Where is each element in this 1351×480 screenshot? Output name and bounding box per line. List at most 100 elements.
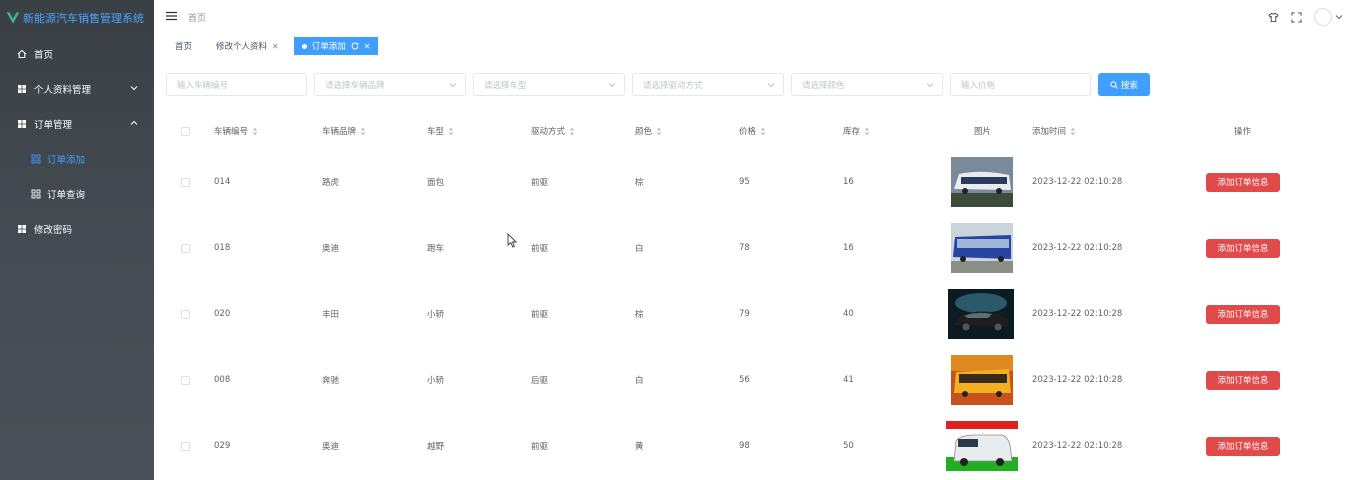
cell-price: 98 xyxy=(739,441,750,451)
sidebar-item-label: 订单管理 xyxy=(34,119,73,131)
col-type[interactable]: 车型 xyxy=(427,113,454,149)
cell-car-no: 014 xyxy=(214,177,231,187)
sidebar-item-label: 个人资料管理 xyxy=(34,84,92,96)
avatar[interactable] xyxy=(1314,8,1332,26)
row-checkbox[interactable] xyxy=(181,347,190,413)
cell-added: 2023-12-22 02:10:28 xyxy=(1032,243,1123,253)
refresh-icon[interactable] xyxy=(351,42,359,50)
placeholder: 请选择颜色 xyxy=(802,80,845,91)
sort-icon[interactable] xyxy=(760,127,766,136)
add-order-button[interactable]: 添加订单信息 xyxy=(1206,281,1280,347)
cell-color: 白 xyxy=(635,376,644,386)
close-icon[interactable]: ✕ xyxy=(364,42,371,51)
mouse-pointer-icon xyxy=(507,233,517,248)
row-checkbox[interactable] xyxy=(181,149,190,215)
fullscreen-icon[interactable] xyxy=(1291,12,1302,23)
tag-label: 首页 xyxy=(175,42,193,52)
header-label: 颜色 xyxy=(635,127,653,137)
grid-icon xyxy=(18,224,26,233)
drive-select[interactable]: 请选择驱动方式 xyxy=(632,73,784,96)
sidebar-item-profile-management[interactable]: 个人资料管理 xyxy=(0,71,154,106)
close-icon[interactable]: ✕ xyxy=(272,42,279,51)
table-header: 车辆编号 车辆品牌 车型 驱动方式 颜色 价格 库存 图片 添加时间 操作 xyxy=(166,113,1306,149)
col-added[interactable]: 添加时间 xyxy=(1032,113,1076,149)
sort-icon[interactable] xyxy=(569,127,575,136)
user-menu[interactable] xyxy=(1314,8,1343,26)
breadcrumb[interactable]: 首页 xyxy=(188,11,206,24)
sidebar: 新能源汽车销售管理系统 首页 个人资料管理 订单管理 订单添加 订单查询 修改密… xyxy=(0,0,154,480)
sort-icon[interactable] xyxy=(360,127,366,136)
tag-home[interactable]: 首页 xyxy=(166,37,202,55)
cell-drive: 前驱 xyxy=(531,442,549,452)
sidebar-item-home[interactable]: 首页 xyxy=(0,36,154,71)
apps-icon xyxy=(31,154,41,163)
cell-color: 棕 xyxy=(635,310,644,320)
color-select[interactable]: 请选择颜色 xyxy=(791,73,943,96)
col-stock[interactable]: 库存 xyxy=(843,113,870,149)
select-all-checkbox[interactable] xyxy=(181,113,190,149)
col-car-no[interactable]: 车辆编号 xyxy=(214,113,258,149)
cell-brand: 丰田 xyxy=(322,310,340,320)
add-order-button[interactable]: 添加订单信息 xyxy=(1206,347,1280,413)
cell-type: 小轿 xyxy=(427,310,445,320)
search-button[interactable]: 搜索 xyxy=(1098,73,1150,96)
bus-photo[interactable] xyxy=(951,157,1013,207)
cell-image[interactable] xyxy=(951,149,1013,215)
van-photo[interactable] xyxy=(946,421,1018,471)
add-order-button[interactable]: 添加订单信息 xyxy=(1206,413,1280,479)
col-brand[interactable]: 车辆品牌 xyxy=(322,113,366,149)
type-select[interactable]: 请选择车型 xyxy=(473,73,625,96)
sidebar-item-order-add[interactable]: 订单添加 xyxy=(0,141,154,176)
theme-shirt-icon[interactable] xyxy=(1268,12,1279,23)
sidebar-item-order-query[interactable]: 订单查询 xyxy=(0,176,154,211)
search-icon xyxy=(1110,80,1118,89)
cell-image[interactable] xyxy=(951,347,1013,413)
bus-photo[interactable] xyxy=(951,223,1013,273)
bus-photo[interactable] xyxy=(951,355,1013,405)
add-order-button[interactable]: 添加订单信息 xyxy=(1206,215,1280,281)
tags-view: 首页 修改个人资料 ✕ 订单添加 ✕ xyxy=(166,37,379,55)
cell-image[interactable] xyxy=(951,215,1013,281)
header-label: 价格 xyxy=(739,127,757,137)
col-drive[interactable]: 驱动方式 xyxy=(531,113,575,149)
sort-icon[interactable] xyxy=(252,127,258,136)
cell-stock: 41 xyxy=(843,375,854,385)
sort-icon[interactable] xyxy=(864,127,870,136)
sort-icon[interactable] xyxy=(448,127,454,136)
col-color[interactable]: 颜色 xyxy=(635,113,662,149)
cell-drive: 前驱 xyxy=(531,310,549,320)
filter-bar: 输入车辆编号 请选择车辆品牌 请选择车型 请选择驱动方式 请选择颜色 输入价格 … xyxy=(166,73,1150,96)
hamburger-menu-icon[interactable] xyxy=(166,11,177,21)
sedan-photo[interactable] xyxy=(948,289,1014,339)
col-price[interactable]: 价格 xyxy=(739,113,766,149)
add-order-label: 添加订单信息 xyxy=(1206,172,1280,192)
sort-icon[interactable] xyxy=(656,127,662,136)
sidebar-item-order-management[interactable]: 订单管理 xyxy=(0,106,154,141)
cell-type: 越野 xyxy=(427,442,445,452)
car-no-input[interactable]: 输入车辆编号 xyxy=(166,73,307,96)
home-icon xyxy=(17,49,27,58)
sidebar-item-change-password[interactable]: 修改密码 xyxy=(0,211,154,246)
tag-order-add[interactable]: 订单添加 ✕ xyxy=(293,37,379,55)
cell-image[interactable] xyxy=(948,281,1014,347)
brand-select[interactable]: 请选择车辆品牌 xyxy=(314,73,466,96)
cell-price: 79 xyxy=(739,309,750,319)
app-brand[interactable]: 新能源汽车销售管理系统 xyxy=(0,0,154,36)
row-checkbox[interactable] xyxy=(181,215,190,281)
app-title: 新能源汽车销售管理系统 xyxy=(23,12,144,25)
row-checkbox[interactable] xyxy=(181,413,190,479)
col-image: 图片 xyxy=(974,113,991,149)
row-checkbox[interactable] xyxy=(181,281,190,347)
price-input[interactable]: 输入价格 xyxy=(950,73,1091,96)
table-row: 014 路虎 面包 前驱 棕 95 16 2023-12-22 02:10:28… xyxy=(166,149,1306,215)
placeholder: 请选择车辆品牌 xyxy=(325,80,385,91)
sort-icon[interactable] xyxy=(1070,127,1076,136)
cell-price: 56 xyxy=(739,375,750,385)
cell-image[interactable] xyxy=(946,413,1018,479)
vue-logo-icon xyxy=(6,12,20,24)
add-order-button[interactable]: 添加订单信息 xyxy=(1206,149,1280,215)
cell-type: 跑车 xyxy=(427,244,445,254)
tag-edit-profile[interactable]: 修改个人资料 ✕ xyxy=(207,37,288,55)
cell-added: 2023-12-22 02:10:28 xyxy=(1032,309,1123,319)
chevron-down-icon xyxy=(1335,15,1343,20)
